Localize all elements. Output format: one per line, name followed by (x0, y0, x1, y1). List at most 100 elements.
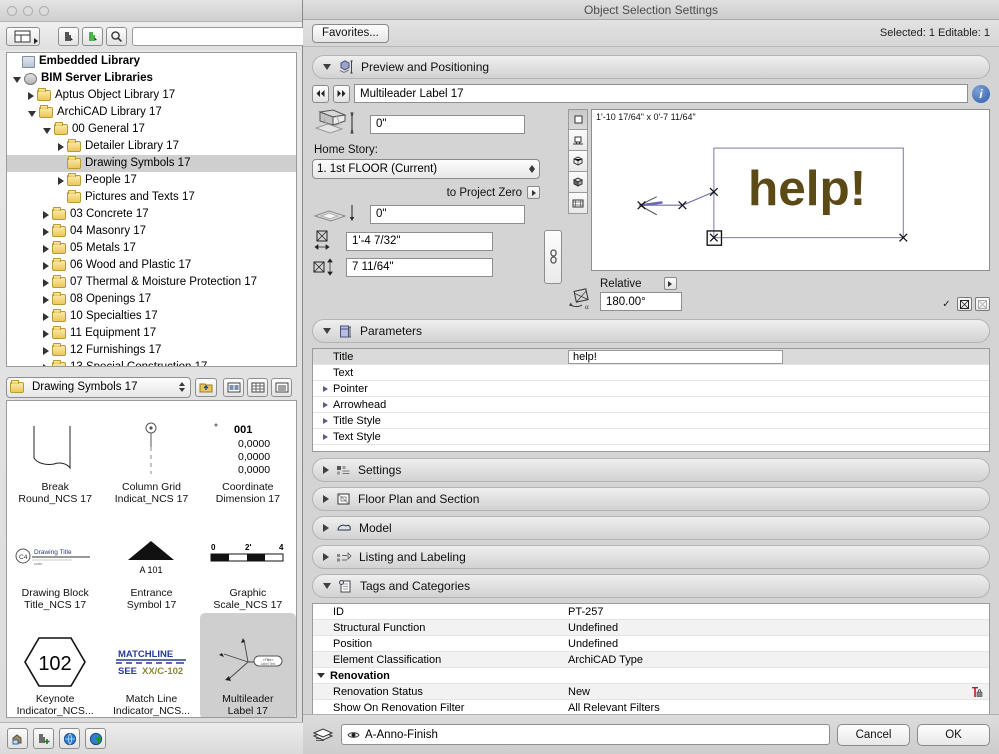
layer-dropdown[interactable]: A-Anno-Finish (341, 724, 830, 745)
chevron-right-icon[interactable] (43, 279, 49, 287)
visible-eye-icon[interactable] (347, 730, 360, 740)
tag-row[interactable]: Renovation (313, 668, 989, 684)
tree-item-07-thermal-moisture-protection-17[interactable]: 07 Thermal & Moisture Protection 17 (7, 274, 296, 291)
search-icon[interactable] (106, 27, 127, 46)
tree-item-detailer-library-17[interactable]: Detailer Library 17 (7, 138, 296, 155)
upload-library-icon[interactable] (85, 728, 106, 749)
tag-value-cell[interactable]: New (563, 685, 989, 699)
chevron-right-icon[interactable] (58, 143, 64, 151)
tree-item-04-masonry-17[interactable]: 04 Masonry 17 (7, 223, 296, 240)
chevron-right-icon[interactable] (323, 495, 329, 503)
list-view-icon[interactable] (6, 27, 40, 46)
symbol-browser[interactable]: Break Round_NCS 17 Column Grid Indicat_N… (6, 400, 297, 718)
chevron-right-icon[interactable] (43, 347, 49, 355)
tree-item-people-17[interactable]: People 17 (7, 172, 296, 189)
embedded-object-icon[interactable] (82, 27, 103, 46)
tree-item-05-metals-17[interactable]: 05 Metals 17 (7, 240, 296, 257)
download-library-icon[interactable] (59, 728, 80, 749)
large-icons-view-icon[interactable] (223, 378, 244, 397)
chevron-down-icon[interactable] (317, 673, 325, 678)
symbol-item-drawing-block-title[interactable]: C4 Drawing Title scaleDrawing Block Titl… (7, 507, 103, 613)
width-input[interactable]: 1'-4 7/32" (346, 232, 493, 251)
relative-popup-icon[interactable] (664, 277, 677, 290)
folder-dropdown[interactable]: Drawing Symbols 17 (6, 377, 191, 398)
chevron-right-icon[interactable] (323, 386, 328, 392)
tree-item-pictures-and-texts-17[interactable]: Pictures and Texts 17 (7, 189, 296, 206)
cancel-button[interactable]: Cancel (837, 724, 910, 746)
add-object-icon[interactable] (33, 728, 54, 749)
model-view-icon[interactable] (568, 193, 588, 214)
chevron-down-icon[interactable] (323, 64, 331, 70)
tag-row[interactable]: IDPT-257 (313, 604, 989, 620)
section-parameters[interactable]: Parameters (312, 319, 990, 343)
tree-item-03-concrete-17[interactable]: 03 Concrete 17 (7, 206, 296, 223)
tag-value-cell[interactable]: Undefined (563, 622, 989, 634)
chevron-right-icon[interactable] (28, 92, 34, 100)
chevron-right-icon[interactable] (43, 262, 49, 270)
small-icons-view-icon[interactable] (247, 378, 268, 397)
chevron-right-icon[interactable] (43, 245, 49, 253)
parameter-row[interactable]: Titlehelp! (313, 349, 989, 365)
chevron-down-icon[interactable] (323, 328, 331, 334)
section-preview-positioning[interactable]: Preview and Positioning (312, 55, 990, 79)
2d-symbol-icon[interactable] (568, 109, 588, 130)
tree-item-drawing-symbols-17[interactable]: Drawing Symbols 17 (7, 155, 296, 172)
tree-item-06-wood-and-plastic-17[interactable]: 06 Wood and Plastic 17 (7, 257, 296, 274)
tag-value-cell[interactable]: PT-257 (563, 606, 989, 618)
chevron-right-icon[interactable] (323, 466, 329, 474)
chevron-right-icon[interactable] (58, 177, 64, 185)
parameters-table[interactable]: Titlehelp!TextPointerArrowheadTitle Styl… (312, 348, 990, 452)
close-window-button[interactable] (7, 6, 17, 16)
project-zero-input[interactable]: 0" (370, 205, 525, 224)
chevron-right-icon[interactable] (323, 553, 329, 561)
list-view-icon[interactable] (271, 378, 292, 397)
tag-row[interactable]: Element ClassificationArchiCAD Type (313, 652, 989, 668)
zoom-window-button[interactable] (39, 6, 49, 16)
elevation-input[interactable]: 0" (370, 115, 525, 134)
chevron-right-icon[interactable] (323, 418, 328, 424)
3d-preview-icon[interactable] (568, 130, 588, 151)
ok-button[interactable]: OK (917, 724, 990, 746)
tag-value-cell[interactable]: All Relevant Filters (563, 702, 989, 714)
tag-value-cell[interactable]: ArchiCAD Type (563, 654, 989, 666)
section-settings[interactable]: Settings (312, 458, 990, 482)
object-preview-canvas[interactable]: 1'-10 17/64" x 0'-7 11/64" (591, 109, 990, 271)
info-icon[interactable]: i (972, 85, 990, 103)
parameter-row[interactable]: Text Style (313, 429, 989, 445)
chevron-right-icon[interactable] (323, 402, 328, 408)
favorites-button[interactable]: Favorites... (312, 24, 389, 43)
object-name-field[interactable]: Multileader Label 17 (354, 84, 968, 103)
library-tree[interactable]: Embedded LibraryBIM Server LibrariesAptu… (6, 52, 297, 367)
section-model[interactable]: Model (312, 516, 990, 540)
tree-item-12-furnishings-17[interactable]: 12 Furnishings 17 (7, 342, 296, 359)
symbol-item-graphic-scale[interactable]: 0 2' 4 Graphic Scale_NCS 17 (200, 507, 296, 613)
tag-row[interactable]: Structural FunctionUndefined (313, 620, 989, 636)
chevron-right-icon[interactable] (323, 434, 328, 440)
tree-item-13-special-construction-17[interactable]: 13 Special Construction 17 (7, 359, 296, 367)
embed-object-icon[interactable] (7, 728, 28, 749)
chevron-down-icon[interactable] (13, 77, 21, 83)
chevron-down-icon[interactable] (43, 128, 51, 134)
parameter-value-input[interactable]: help! (568, 350, 783, 364)
next-object-icon[interactable] (333, 85, 350, 103)
chevron-right-icon[interactable] (323, 524, 329, 532)
parameter-value-cell[interactable]: help! (563, 350, 989, 364)
tree-item-00-general-17[interactable]: 00 General 17 (7, 121, 296, 138)
chevron-right-icon[interactable] (43, 228, 49, 236)
section-tags-categories[interactable]: Tags and Categories (312, 574, 990, 598)
chevron-right-icon[interactable] (43, 211, 49, 219)
anchor-point-alt-icon[interactable] (975, 297, 990, 311)
tree-item-10-specialties-17[interactable]: 10 Specialties 17 (7, 308, 296, 325)
tree-item-embedded-library[interactable]: Embedded Library (7, 53, 296, 70)
chevron-updown-icon[interactable] (179, 382, 187, 392)
tree-item-aptus-object-library-17[interactable]: Aptus Object Library 17 (7, 87, 296, 104)
symbol-item-match-line[interactable]: MATCHLINE SEE XX/C-102Match Line Indicat… (103, 613, 199, 718)
symbol-item-coordinate-dimension[interactable]: 001 0,0000 0,0000 0,0000Coordinate Dimen… (200, 401, 296, 507)
chevron-right-icon[interactable] (43, 330, 49, 338)
project-zero-icon[interactable] (527, 186, 540, 199)
tag-value-cell[interactable]: Undefined (563, 638, 989, 650)
section-floor-plan-and-section[interactable]: Floor Plan and Section (312, 487, 990, 511)
angle-input[interactable]: 180.00° (600, 292, 682, 311)
proportion-link-icon[interactable] (544, 230, 562, 284)
parameter-row[interactable]: Arrowhead (313, 397, 989, 413)
